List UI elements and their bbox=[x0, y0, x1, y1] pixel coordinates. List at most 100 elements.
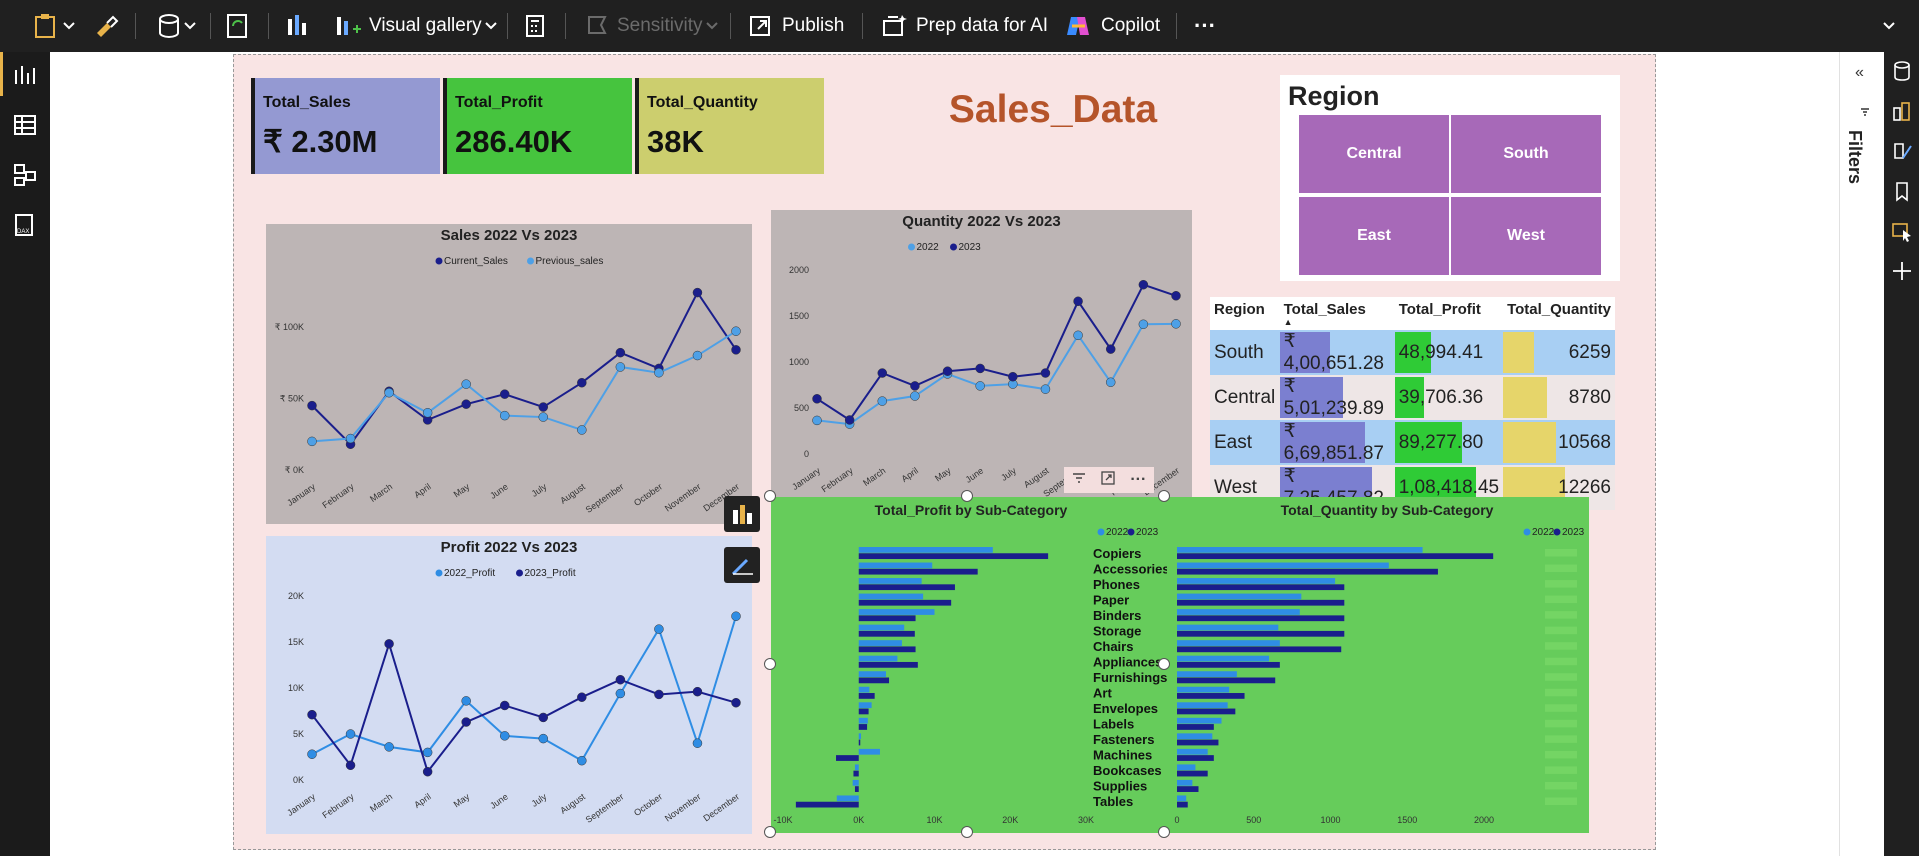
bar bbox=[858, 686, 870, 693]
visual-gallery-button[interactable]: Visual gallery bbox=[333, 0, 502, 52]
slicer-item-east[interactable]: East bbox=[1299, 197, 1449, 275]
column-header-total-quantity[interactable]: Total_Quantity bbox=[1503, 297, 1615, 330]
quantity-line-chart[interactable]: Quantity 2022 Vs 2023 2022 2023 0 500 1000 150… bbox=[771, 210, 1192, 508]
collapse-icon[interactable]: « bbox=[1855, 64, 1864, 82]
cell-value: 10568 bbox=[1558, 431, 1611, 453]
sales-cell: ₹ 5,01,239.89 bbox=[1279, 375, 1395, 420]
data-point bbox=[1138, 279, 1149, 290]
change-visual-button[interactable] bbox=[724, 496, 760, 532]
dax-query-view-button[interactable]: DAX bbox=[12, 212, 38, 238]
table-row[interactable]: Central ₹ 5,01,239.89 39,706.36 8780 bbox=[1210, 375, 1615, 420]
table-row[interactable]: East ₹ 6,69,851.87 89,277.80 10568 bbox=[1210, 420, 1615, 465]
data-point bbox=[731, 697, 741, 708]
slicer-item-west[interactable]: West bbox=[1451, 197, 1601, 275]
format-painter-button[interactable] bbox=[93, 0, 119, 52]
add-pane-button[interactable] bbox=[1891, 260, 1913, 287]
bar bbox=[1177, 708, 1236, 715]
table-view-button[interactable] bbox=[12, 112, 38, 138]
y-tick-label: 0 bbox=[804, 449, 809, 459]
format-visual-quick-button[interactable] bbox=[724, 547, 760, 583]
y-category-label: Supplies bbox=[1093, 779, 1147, 794]
profit-by-subcategory-chart[interactable]: Total_Profit by Sub-Category 2022 2023 -10K… bbox=[771, 497, 1167, 833]
resize-handle[interactable] bbox=[764, 826, 776, 838]
slicer-title: Region bbox=[1288, 81, 1380, 111]
legend-marker bbox=[516, 569, 523, 577]
filters-label[interactable]: Filters bbox=[1844, 130, 1865, 184]
column-header-total-profit[interactable]: Total_Profit bbox=[1394, 297, 1504, 330]
bar bbox=[1177, 568, 1438, 575]
bar bbox=[858, 624, 905, 631]
card-total-profit[interactable]: Total_Profit 286.40K bbox=[443, 78, 632, 174]
prep-data-button[interactable]: Prep data for AI bbox=[880, 0, 1048, 52]
data-point bbox=[692, 350, 703, 361]
data-point bbox=[499, 389, 510, 399]
sensitivity-icon bbox=[588, 16, 607, 34]
x-tick-label: 2000 bbox=[1474, 815, 1494, 825]
resize-handle[interactable] bbox=[961, 490, 973, 502]
chart-title: Quantity 2022 Vs 2023 bbox=[902, 213, 1060, 230]
quantity-by-subcategory-chart[interactable]: Total_Quantity by Sub-Category 2022 2023 0 5… bbox=[1167, 497, 1589, 833]
report-view-button[interactable] bbox=[12, 62, 38, 88]
cell-value: South bbox=[1214, 341, 1264, 363]
faded-label-area bbox=[1545, 611, 1577, 619]
sensitivity-button[interactable]: Sensitivity bbox=[583, 0, 723, 52]
data-point bbox=[461, 696, 471, 706]
publish-button[interactable]: Publish bbox=[746, 0, 844, 52]
resize-handle[interactable] bbox=[1158, 490, 1170, 502]
slicer-item-south[interactable]: South bbox=[1451, 115, 1601, 193]
column-header-total-sales[interactable]: Total_Sales ▲ bbox=[1279, 297, 1395, 330]
profit-line-chart[interactable]: Profit 2022 Vs 2023 2022_Profit 2023_Profi… bbox=[266, 536, 752, 834]
refresh-button[interactable] bbox=[225, 0, 251, 52]
data-point bbox=[692, 287, 703, 298]
focus-mode-icon[interactable] bbox=[1101, 470, 1115, 490]
bar bbox=[1177, 630, 1345, 637]
table-row[interactable]: South ₹ 4,00,651.28 48,994.41 6259 bbox=[1210, 330, 1615, 375]
bar bbox=[858, 568, 978, 575]
data-bar bbox=[1503, 377, 1548, 418]
resize-handle[interactable] bbox=[1158, 826, 1170, 838]
card-total-sales[interactable]: Total_Sales ₹ 2.30M bbox=[251, 78, 440, 174]
bar bbox=[853, 770, 859, 777]
resize-handle[interactable] bbox=[961, 826, 973, 838]
data-point bbox=[654, 689, 664, 700]
more-options-icon[interactable]: ··· bbox=[1130, 471, 1146, 489]
format-visual-button[interactable] bbox=[1891, 140, 1913, 167]
card-total-quantity[interactable]: Total_Quantity 38K bbox=[635, 78, 824, 174]
data-point bbox=[615, 347, 626, 358]
bar bbox=[1177, 593, 1302, 600]
bar bbox=[858, 615, 916, 622]
visual-gallery-label: Visual gallery bbox=[369, 15, 482, 36]
data-point bbox=[422, 766, 433, 777]
paste-button[interactable] bbox=[30, 0, 80, 52]
filter-icon[interactable] bbox=[1072, 471, 1086, 490]
legend-marker bbox=[908, 243, 915, 251]
bookmarks-button[interactable] bbox=[1891, 180, 1913, 207]
data-pane-button[interactable] bbox=[1891, 60, 1913, 87]
new-measure-button[interactable] bbox=[523, 0, 547, 52]
resize-handle[interactable] bbox=[764, 658, 776, 670]
card-value: 286.40K bbox=[455, 124, 573, 159]
selection-pane-button[interactable] bbox=[1891, 220, 1913, 247]
resize-handle[interactable] bbox=[1158, 658, 1170, 670]
build-visual-button[interactable] bbox=[1891, 100, 1913, 127]
ribbon-collapse-button[interactable] bbox=[1880, 0, 1900, 52]
copilot-button[interactable]: Copilot bbox=[1063, 0, 1160, 52]
data-point bbox=[307, 400, 317, 411]
column-header-region[interactable]: Region bbox=[1210, 297, 1280, 330]
data-point bbox=[577, 377, 587, 388]
get-data-button[interactable] bbox=[155, 0, 201, 52]
filters-pane[interactable]: « Filters bbox=[1839, 52, 1884, 856]
bar bbox=[1177, 624, 1279, 631]
slicer-item-central[interactable]: Central bbox=[1299, 115, 1449, 193]
bar bbox=[858, 609, 935, 615]
faded-label-area bbox=[1545, 657, 1577, 666]
new-visual-button[interactable] bbox=[284, 0, 310, 52]
y-tick-label: 5K bbox=[293, 729, 304, 739]
resize-handle[interactable] bbox=[764, 490, 776, 502]
legend-label: Previous_sales bbox=[536, 256, 604, 267]
more-options-button[interactable]: ··· bbox=[1194, 0, 1216, 52]
model-view-button[interactable] bbox=[12, 162, 38, 188]
data-point bbox=[422, 747, 433, 758]
sales-line-chart[interactable]: Sales 2022 Vs 2023 Current_Sales Previous_… bbox=[266, 224, 752, 524]
legend-label: 2023 bbox=[959, 242, 982, 253]
